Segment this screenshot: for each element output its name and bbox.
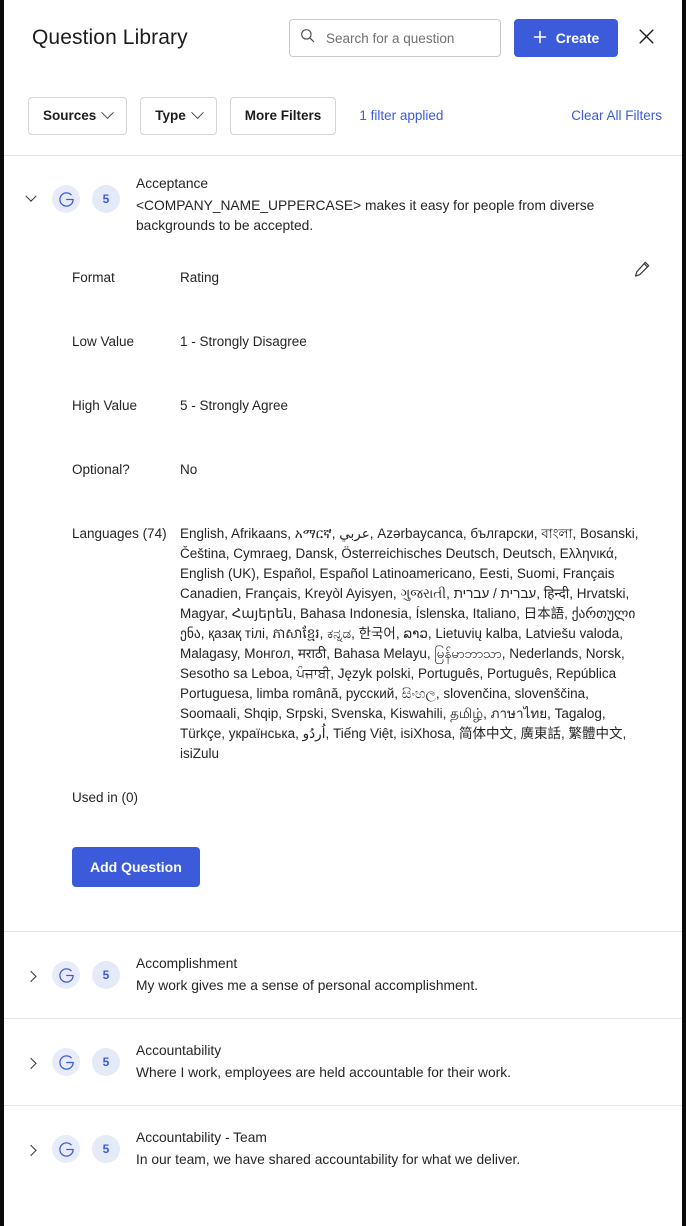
- question-body: <COMPANY_NAME_UPPERCASE> makes it easy f…: [136, 198, 595, 233]
- question-name: Acceptance: [136, 176, 209, 191]
- list-item: 5 Accountability - Team In our team, we …: [4, 1106, 682, 1192]
- chevron-right-icon: [25, 1057, 37, 1070]
- question-body: Where I work, employees are held account…: [136, 1065, 511, 1080]
- question-text-block: Accomplishment My work gives me a sense …: [136, 954, 486, 996]
- clear-all-filters-link[interactable]: Clear All Filters: [571, 108, 662, 123]
- list-item: 5 Acceptance <COMPANY_NAME_UPPERCASE> ma…: [4, 156, 682, 932]
- question-name: Accomplishment: [136, 956, 238, 971]
- expand-toggle-button[interactable]: [20, 964, 42, 986]
- search-icon: [300, 28, 315, 48]
- search-input[interactable]: [324, 29, 490, 47]
- add-question-button[interactable]: Add Question: [72, 847, 200, 887]
- scale-badge: 5: [92, 961, 120, 989]
- source-badge: [52, 185, 80, 213]
- filter-bar: Sources Type More Filters 1 filter appli…: [4, 76, 682, 156]
- type-filter-button[interactable]: Type: [140, 96, 217, 135]
- question-text-block: Accountability - Team In our team, we ha…: [136, 1128, 528, 1170]
- question-name: Accountability: [136, 1043, 222, 1058]
- scale-badge: 5: [92, 1135, 120, 1163]
- languages-value: English, Afrikaans, አማርኛ, عربي, Azərbayc…: [180, 526, 639, 761]
- page-title: Question Library: [32, 26, 188, 49]
- question-list: 5 Acceptance <COMPANY_NAME_UPPERCASE> ma…: [4, 156, 682, 1226]
- question-name: Accountability - Team: [136, 1130, 267, 1145]
- close-icon: [638, 28, 655, 48]
- more-filters-button[interactable]: More Filters: [229, 96, 337, 135]
- chevron-down-icon: [25, 190, 37, 202]
- source-badge: [52, 961, 80, 989]
- create-button[interactable]: Create: [514, 19, 618, 57]
- close-button[interactable]: [630, 22, 662, 54]
- detail-row-optional: Optional? No: [72, 460, 662, 480]
- question-text-block: Acceptance <COMPANY_NAME_UPPERCASE> make…: [136, 174, 662, 236]
- optional-label: Optional?: [72, 462, 130, 477]
- type-filter-label: Type: [155, 108, 186, 123]
- chevron-down-icon: [101, 106, 115, 120]
- question-text-block: Accountability Where I work, employees a…: [136, 1041, 519, 1083]
- scale-badge: 5: [92, 1048, 120, 1076]
- filter-applied-text[interactable]: 1 filter applied: [359, 108, 443, 123]
- chevron-right-icon: [25, 1144, 37, 1157]
- high-value-value: 5 - Strongly Agree: [180, 398, 289, 413]
- languages-label: Languages (74): [72, 526, 167, 541]
- format-value: Rating: [180, 270, 220, 285]
- list-item: 5 Accountability Where I work, employees…: [4, 1019, 682, 1106]
- detail-row-low-value: Low Value 1 - Strongly Disagree: [72, 332, 662, 352]
- question-header-collapsed[interactable]: 5 Accomplishment My work gives me a sens…: [4, 932, 682, 1018]
- scale-badge: 5: [92, 185, 120, 213]
- chevron-right-icon: [25, 970, 37, 983]
- question-body: In our team, we have shared accountabili…: [136, 1152, 521, 1167]
- list-item: 5 Accomplishment My work gives me a sens…: [4, 932, 682, 1019]
- sources-filter-button[interactable]: Sources: [28, 96, 128, 135]
- collapse-toggle-button[interactable]: [20, 188, 42, 210]
- expand-toggle-button[interactable]: [20, 1138, 42, 1160]
- more-filters-label: More Filters: [244, 108, 322, 123]
- question-body: My work gives me a sense of personal acc…: [136, 978, 478, 993]
- detail-row-languages: Languages (74) English, Afrikaans, አማርኛ,…: [72, 524, 662, 764]
- sources-filter-label: Sources: [43, 108, 97, 123]
- question-header-expanded[interactable]: 5 Acceptance <COMPANY_NAME_UPPERCASE> ma…: [4, 156, 682, 252]
- format-label: Format: [72, 270, 115, 285]
- source-badge: [52, 1135, 80, 1163]
- detail-row-high-value: High Value 5 - Strongly Agree: [72, 396, 662, 416]
- pencil-icon: [633, 260, 651, 281]
- question-detail-panel: Format Rating Low Value 1 - Strongly Dis…: [4, 252, 682, 931]
- question-header-collapsed[interactable]: 5 Accountability - Team In our team, we …: [4, 1106, 682, 1192]
- question-library-dialog: Question Library Create: [0, 0, 686, 1226]
- question-header-collapsed[interactable]: 5 Accountability Where I work, employees…: [4, 1019, 682, 1105]
- dialog-header: Question Library Create: [4, 0, 682, 76]
- low-value-label: Low Value: [72, 334, 135, 349]
- source-badge: [52, 1048, 80, 1076]
- plus-icon: [533, 30, 547, 47]
- high-value-label: High Value: [72, 398, 138, 413]
- chevron-down-icon: [190, 106, 204, 120]
- search-box[interactable]: [289, 19, 501, 57]
- create-button-label: Create: [555, 30, 600, 46]
- detail-row-format: Format Rating: [72, 268, 662, 288]
- used-in-text: Used in (0): [72, 790, 139, 805]
- low-value-value: 1 - Strongly Disagree: [180, 334, 307, 349]
- optional-value: No: [180, 462, 198, 477]
- expand-toggle-button[interactable]: [20, 1051, 42, 1073]
- edit-question-button[interactable]: [628, 256, 656, 284]
